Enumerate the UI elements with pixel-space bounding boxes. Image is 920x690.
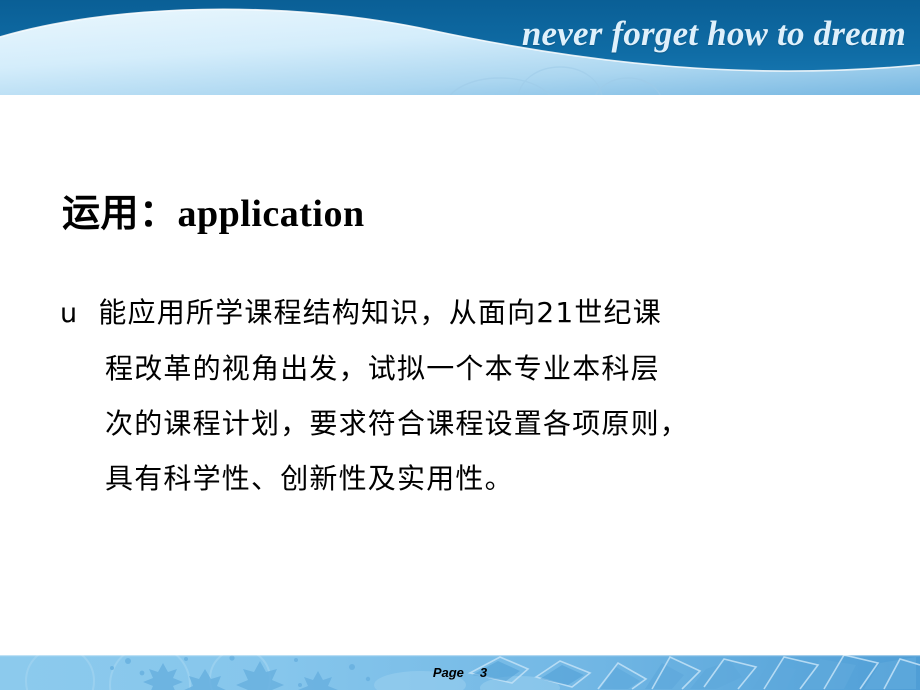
body-line-text: 能应用所学课程结构知识，从面向21世纪课: [98, 296, 662, 329]
slide-header: never forget how to dream: [0, 0, 920, 95]
header-tagline: never forget how to dream: [521, 14, 906, 53]
slide-footer: Page 3: [0, 655, 920, 690]
body-line: 具有科学性、创新性及实用性。: [105, 462, 514, 495]
body-text-block: u 能应用所学课程结构知识，从面向21世纪课 程改革的视角出发，试拟一个本专业本…: [60, 285, 860, 506]
presentation-slide: never forget how to dream 运用：application…: [0, 0, 920, 690]
body-line: 次的课程计划，要求符合课程设置各项原则，: [105, 407, 690, 440]
footer-decoration-graphic: [0, 655, 920, 690]
body-line: 程改革的视角出发，试拟一个本专业本科层: [105, 352, 660, 385]
bullet-icon: u: [60, 298, 79, 329]
body-line: u 能应用所学课程结构知识，从面向21世纪课: [60, 285, 860, 341]
page-title: 运用：application: [62, 193, 365, 235]
slide-content-area: 运用：application u 能应用所学课程结构知识，从面向21世纪课 程改…: [0, 95, 920, 655]
